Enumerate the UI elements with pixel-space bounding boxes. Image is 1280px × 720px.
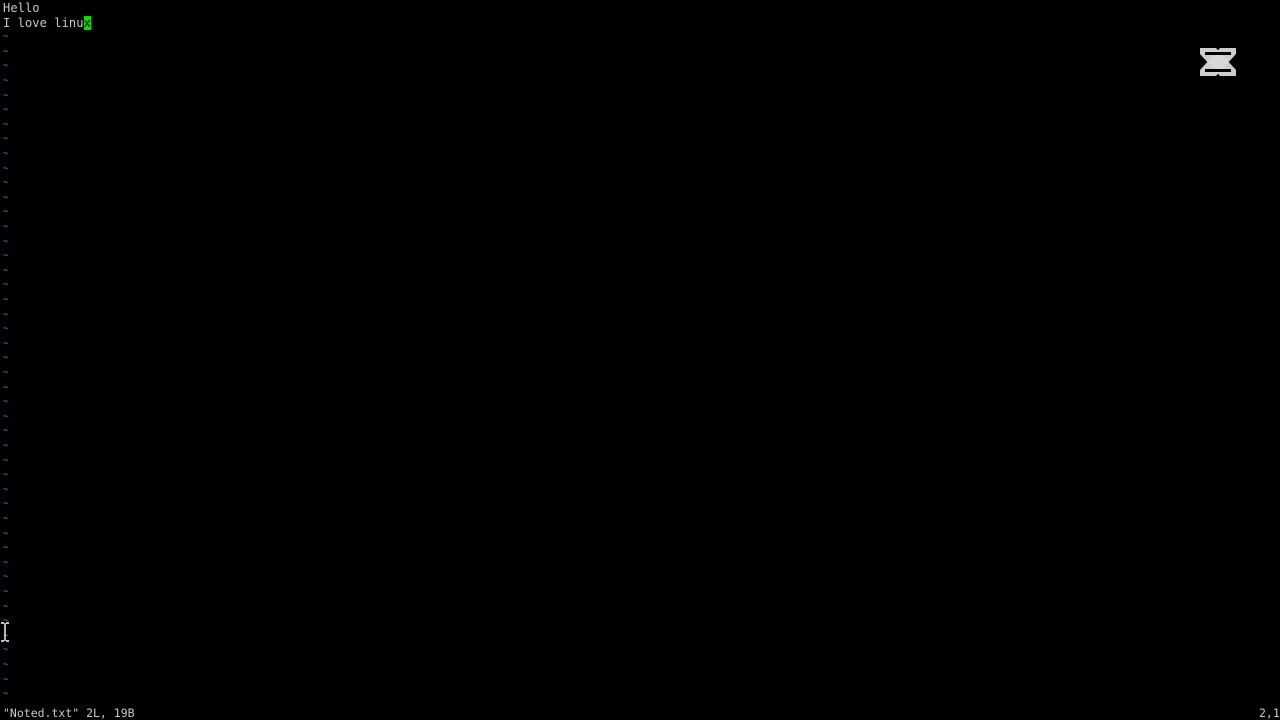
empty-line-marker: ~ [3,280,9,291]
buffer-line-2-text: I love linu [3,15,84,30]
empty-line-marker: ~ [3,295,9,305]
empty-line-marker: ~ [3,484,9,495]
empty-line-marker: ~ [3,76,9,86]
empty-line-marker: ~ [3,353,9,364]
empty-line-marker: ~ [3,163,9,174]
empty-line-marker: ~ [3,645,9,656]
empty-line-marker: ~ [3,660,9,670]
buffer-line-1: Hello [3,1,40,15]
empty-line-marker: ~ [3,689,9,700]
empty-line-marker: ~ [3,265,9,276]
empty-line-marker: ~ [3,601,9,612]
empty-line-marker: ~ [3,674,9,685]
empty-line-marker: ~ [3,338,9,349]
empty-line-marker: ~ [3,368,9,378]
empty-line-marker: ~ [3,411,9,422]
empty-line-marker: ~ [3,587,9,597]
empty-line-marker: ~ [3,426,9,437]
empty-line-marker: ~ [3,134,9,145]
empty-line-marker: ~ [3,61,9,72]
empty-line-marker: ~ [3,192,9,203]
empty-line-marker: ~ [3,309,9,320]
empty-line-marker: ~ [3,514,9,524]
empty-line-marker: ~ [3,382,9,393]
empty-line-marker: ~ [3,178,9,189]
empty-line-marker: ~ [3,207,9,218]
text-cursor-ibeam-icon [1,622,9,642]
status-bar: "Noted.txt" 2L, 19B 2,11 [0,706,1280,720]
empty-line-marker: ~ [3,455,9,466]
empty-line-marker: ~ [3,397,9,408]
capcut-logo-icon [1200,48,1236,76]
buffer-line-2: I love linux [3,15,91,31]
empty-line-marker: ~ [3,32,9,43]
empty-line-marker: ~ [3,251,9,262]
empty-line-marker: ~ [3,441,9,451]
empty-line-marker: ~ [3,119,9,130]
empty-line-marker: ~ [3,90,9,101]
empty-line-marker: ~ [3,543,9,554]
empty-line-marker: ~ [3,222,9,232]
vim-editor-buffer[interactable]: Hello I love linux ~ ~ ~ ~ ~ ~ ~ ~ ~ ~ ~ ~ ~ ~ ~ ~ ~ ~ ~ ~ ~… [0,0,1280,706]
empty-line-marker: ~ [3,236,9,247]
empty-line-marker: ~ [3,105,9,116]
file-info-message: "Noted.txt" 2L, 19B [3,706,135,720]
text-cursor: x [83,15,91,31]
cursor-position: 2,11 [1259,706,1280,720]
empty-line-marker: ~ [3,528,9,539]
empty-line-marker: ~ [3,149,9,159]
empty-line-marker: ~ [3,572,9,583]
empty-line-marker: ~ [3,324,9,335]
empty-line-marker: ~ [3,499,9,510]
empty-line-marker: ~ [3,46,9,57]
empty-line-marker: ~ [3,470,9,481]
empty-line-marker: ~ [3,557,9,568]
